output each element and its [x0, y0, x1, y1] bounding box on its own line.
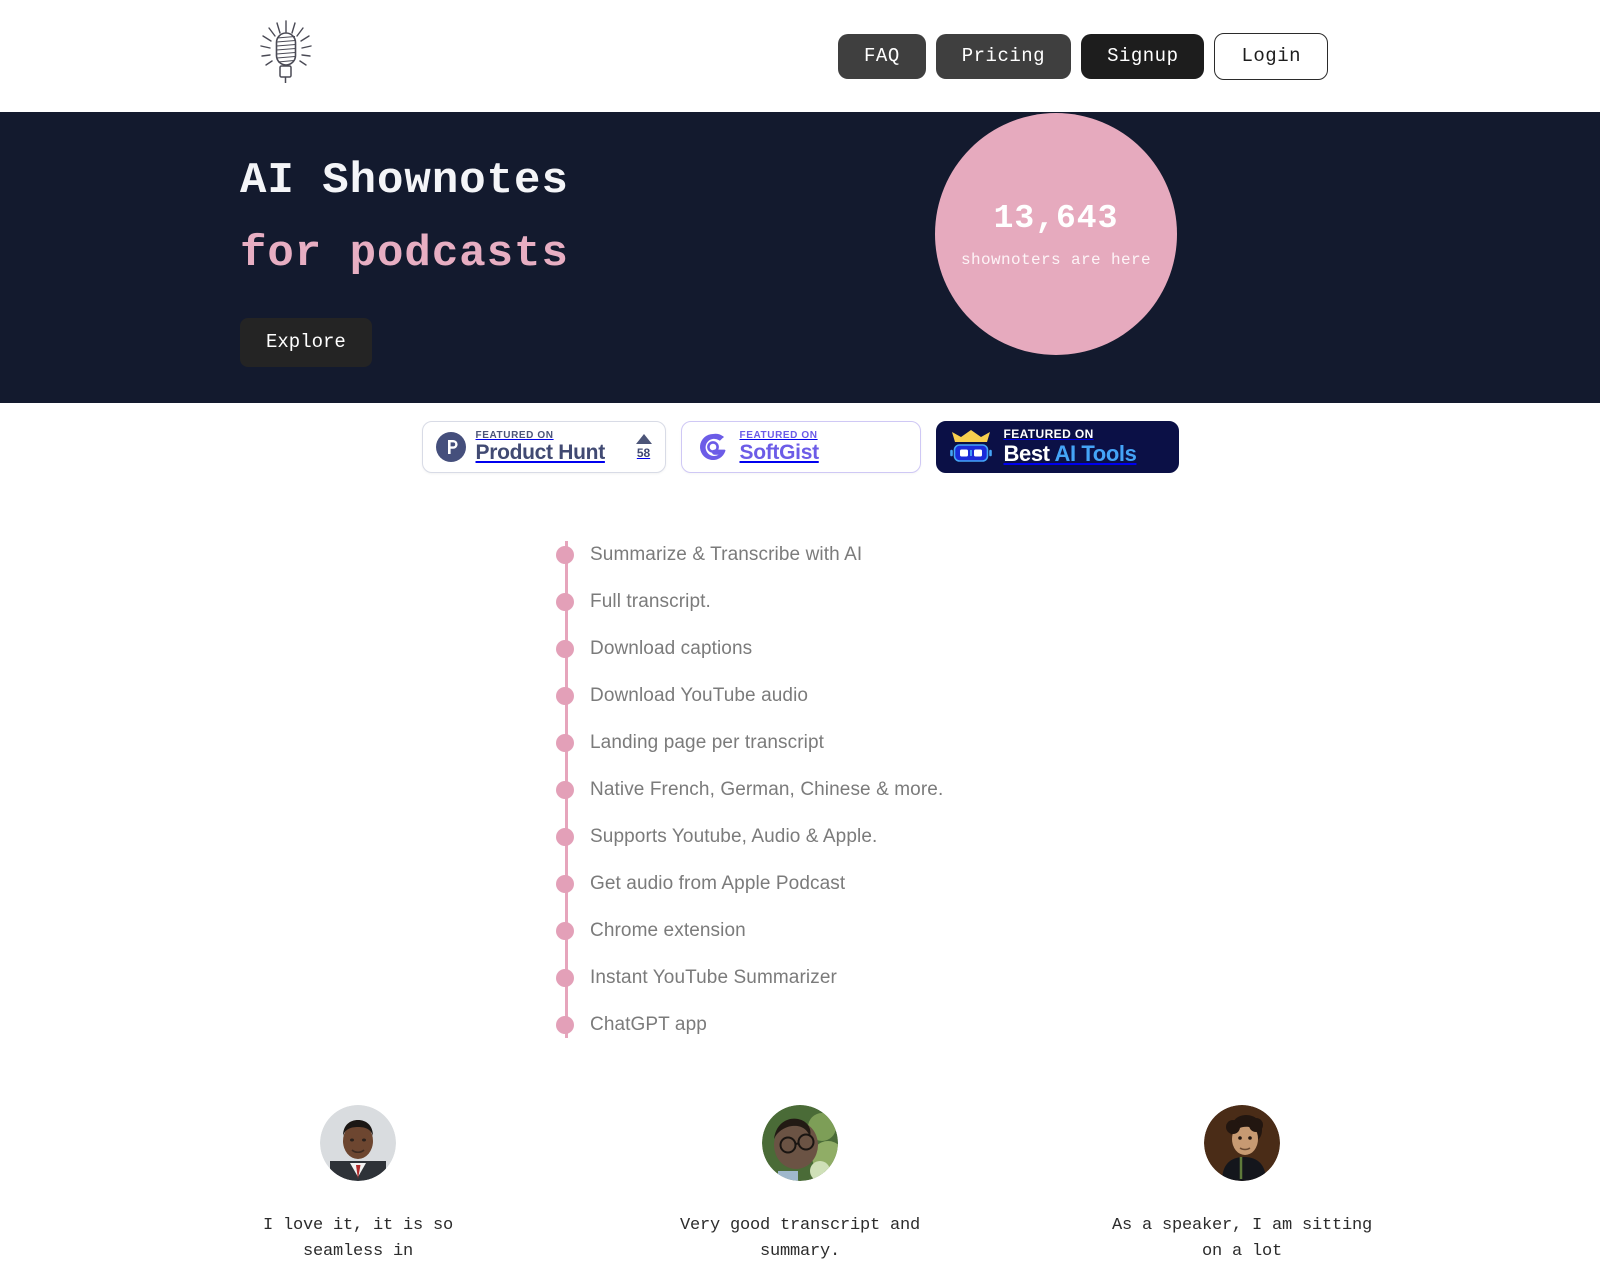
nav-signup-button[interactable]: Signup [1081, 33, 1205, 79]
softgist-name: SoftGist [739, 440, 820, 464]
timeline-dot-icon [556, 639, 574, 658]
timeline-dot-icon [556, 968, 574, 987]
feature-item: Native French, German, Chinese & more. [556, 766, 1600, 813]
landing-page: FAQ Pricing Signup Login AI Shownotes fo… [0, 0, 1600, 1261]
feature-item: Download captions [556, 625, 1600, 672]
best-ai-tools-name-part2: AI Tools [1054, 440, 1137, 466]
nav-faq-button[interactable]: FAQ [838, 33, 926, 79]
product-hunt-name: Product Hunt [475, 440, 606, 464]
feature-item: Full transcript. [556, 578, 1600, 625]
timeline-dot-icon [556, 686, 574, 705]
feature-label: Summarize & Transcribe with AI [590, 543, 863, 565]
hero-section: AI Shownotes for podcasts Explore 13,643… [0, 112, 1600, 403]
testimonial-quote: As a speaker, I am sitting on a lot [1111, 1216, 1373, 1261]
logo-link[interactable] [258, 19, 314, 93]
explore-button[interactable]: Explore [240, 318, 372, 367]
timeline-dot-icon [556, 545, 574, 564]
timeline-dot-icon [556, 1015, 574, 1034]
feature-label: Landing page per transcript [590, 731, 825, 753]
hero-copy: AI Shownotes for podcasts Explore [240, 154, 569, 367]
avatar [1204, 1105, 1280, 1181]
avatar [320, 1105, 396, 1181]
testimonial-quote: Very good transcript and summary. [679, 1216, 921, 1261]
testimonial-card: Very good transcript and summary. [660, 1105, 940, 1264]
timeline-dot-icon [556, 592, 574, 611]
timeline-dot-icon [556, 827, 574, 846]
feature-label: Download captions [590, 637, 753, 659]
feature-item: Landing page per transcript [556, 719, 1600, 766]
avatar [762, 1105, 838, 1181]
feature-item: ChatGPT app [556, 1001, 1600, 1048]
feature-label: ChatGPT app [590, 1013, 707, 1035]
feature-label: Get audio from Apple Podcast [590, 872, 846, 894]
feature-label: Full transcript. [590, 590, 711, 612]
product-hunt-upvote: 58 [635, 434, 652, 460]
softgist-icon [699, 433, 725, 460]
feature-item: Instant YouTube Summarizer [556, 954, 1600, 1001]
best-ai-tools-name: Best AI Tools [1003, 440, 1137, 466]
feature-item: Chrome extension [556, 907, 1600, 954]
feature-item: Download YouTube audio [556, 672, 1600, 719]
feature-label: Instant YouTube Summarizer [590, 966, 837, 988]
feature-item: Get audio from Apple Podcast [556, 860, 1600, 907]
softgist-text: FEATURED ON SoftGist [739, 429, 820, 464]
shownoters-count: 13,643 [993, 199, 1119, 237]
nav-login-button[interactable]: Login [1214, 32, 1328, 80]
site-header: FAQ Pricing Signup Login [0, 0, 1600, 112]
best-ai-tools-kicker: FEATURED ON [1003, 427, 1094, 441]
crown-robot-icon [949, 430, 992, 462]
shownoters-count-badge: 13,643 shownoters are here [935, 113, 1177, 355]
feature-item: Summarize & Transcribe with AI [556, 531, 1600, 578]
feature-timeline: Summarize & Transcribe with AI Full tran… [0, 531, 1600, 1048]
feature-label: Chrome extension [590, 919, 746, 941]
feature-label: Supports Youtube, Audio & Apple. [590, 825, 878, 847]
upvote-triangle-icon [635, 434, 652, 444]
timeline-dot-icon [556, 921, 574, 940]
product-hunt-badge[interactable]: FEATURED ON Product Hunt 58 [421, 421, 666, 473]
product-hunt-icon [435, 432, 466, 462]
testimonials-row: I love it, it is so seamless in Very goo… [0, 1105, 1600, 1264]
timeline-dot-icon [556, 733, 574, 752]
timeline-dot-icon [556, 780, 574, 799]
testimonial-card: As a speaker, I am sitting on a lot [1102, 1105, 1382, 1264]
shownoters-label: shownoters are here [960, 250, 1152, 269]
timeline-dot-icon [556, 874, 574, 893]
feature-item: Supports Youtube, Audio & Apple. [556, 813, 1600, 860]
best-ai-tools-badge[interactable]: FEATURED ON Best AI Tools [935, 421, 1179, 473]
product-hunt-upvote-count: 58 [636, 446, 651, 460]
feature-label: Native French, German, Chinese & more. [590, 778, 944, 800]
featured-badges-row: FEATURED ON Product Hunt 58 FEATURED ON … [0, 403, 1600, 473]
hero-subtitle: for podcasts [240, 229, 569, 279]
testimonial-card: I love it, it is so seamless in [218, 1105, 498, 1264]
product-hunt-kicker: FEATURED ON [475, 429, 554, 441]
microphone-logo-icon [260, 20, 312, 83]
softgist-badge[interactable]: FEATURED ON SoftGist [680, 421, 921, 473]
softgist-kicker: FEATURED ON [739, 429, 818, 441]
main-nav: FAQ Pricing Signup Login [838, 32, 1328, 80]
nav-pricing-button[interactable]: Pricing [935, 33, 1072, 79]
feature-label: Download YouTube audio [590, 684, 809, 706]
best-ai-tools-text: FEATURED ON Best AI Tools [1003, 427, 1137, 466]
best-ai-tools-name-part1: Best [1003, 440, 1055, 466]
hero-title: AI Shownotes [240, 156, 569, 206]
testimonial-quote: I love it, it is so seamless in [262, 1216, 454, 1261]
product-hunt-text: FEATURED ON Product Hunt [476, 430, 626, 464]
